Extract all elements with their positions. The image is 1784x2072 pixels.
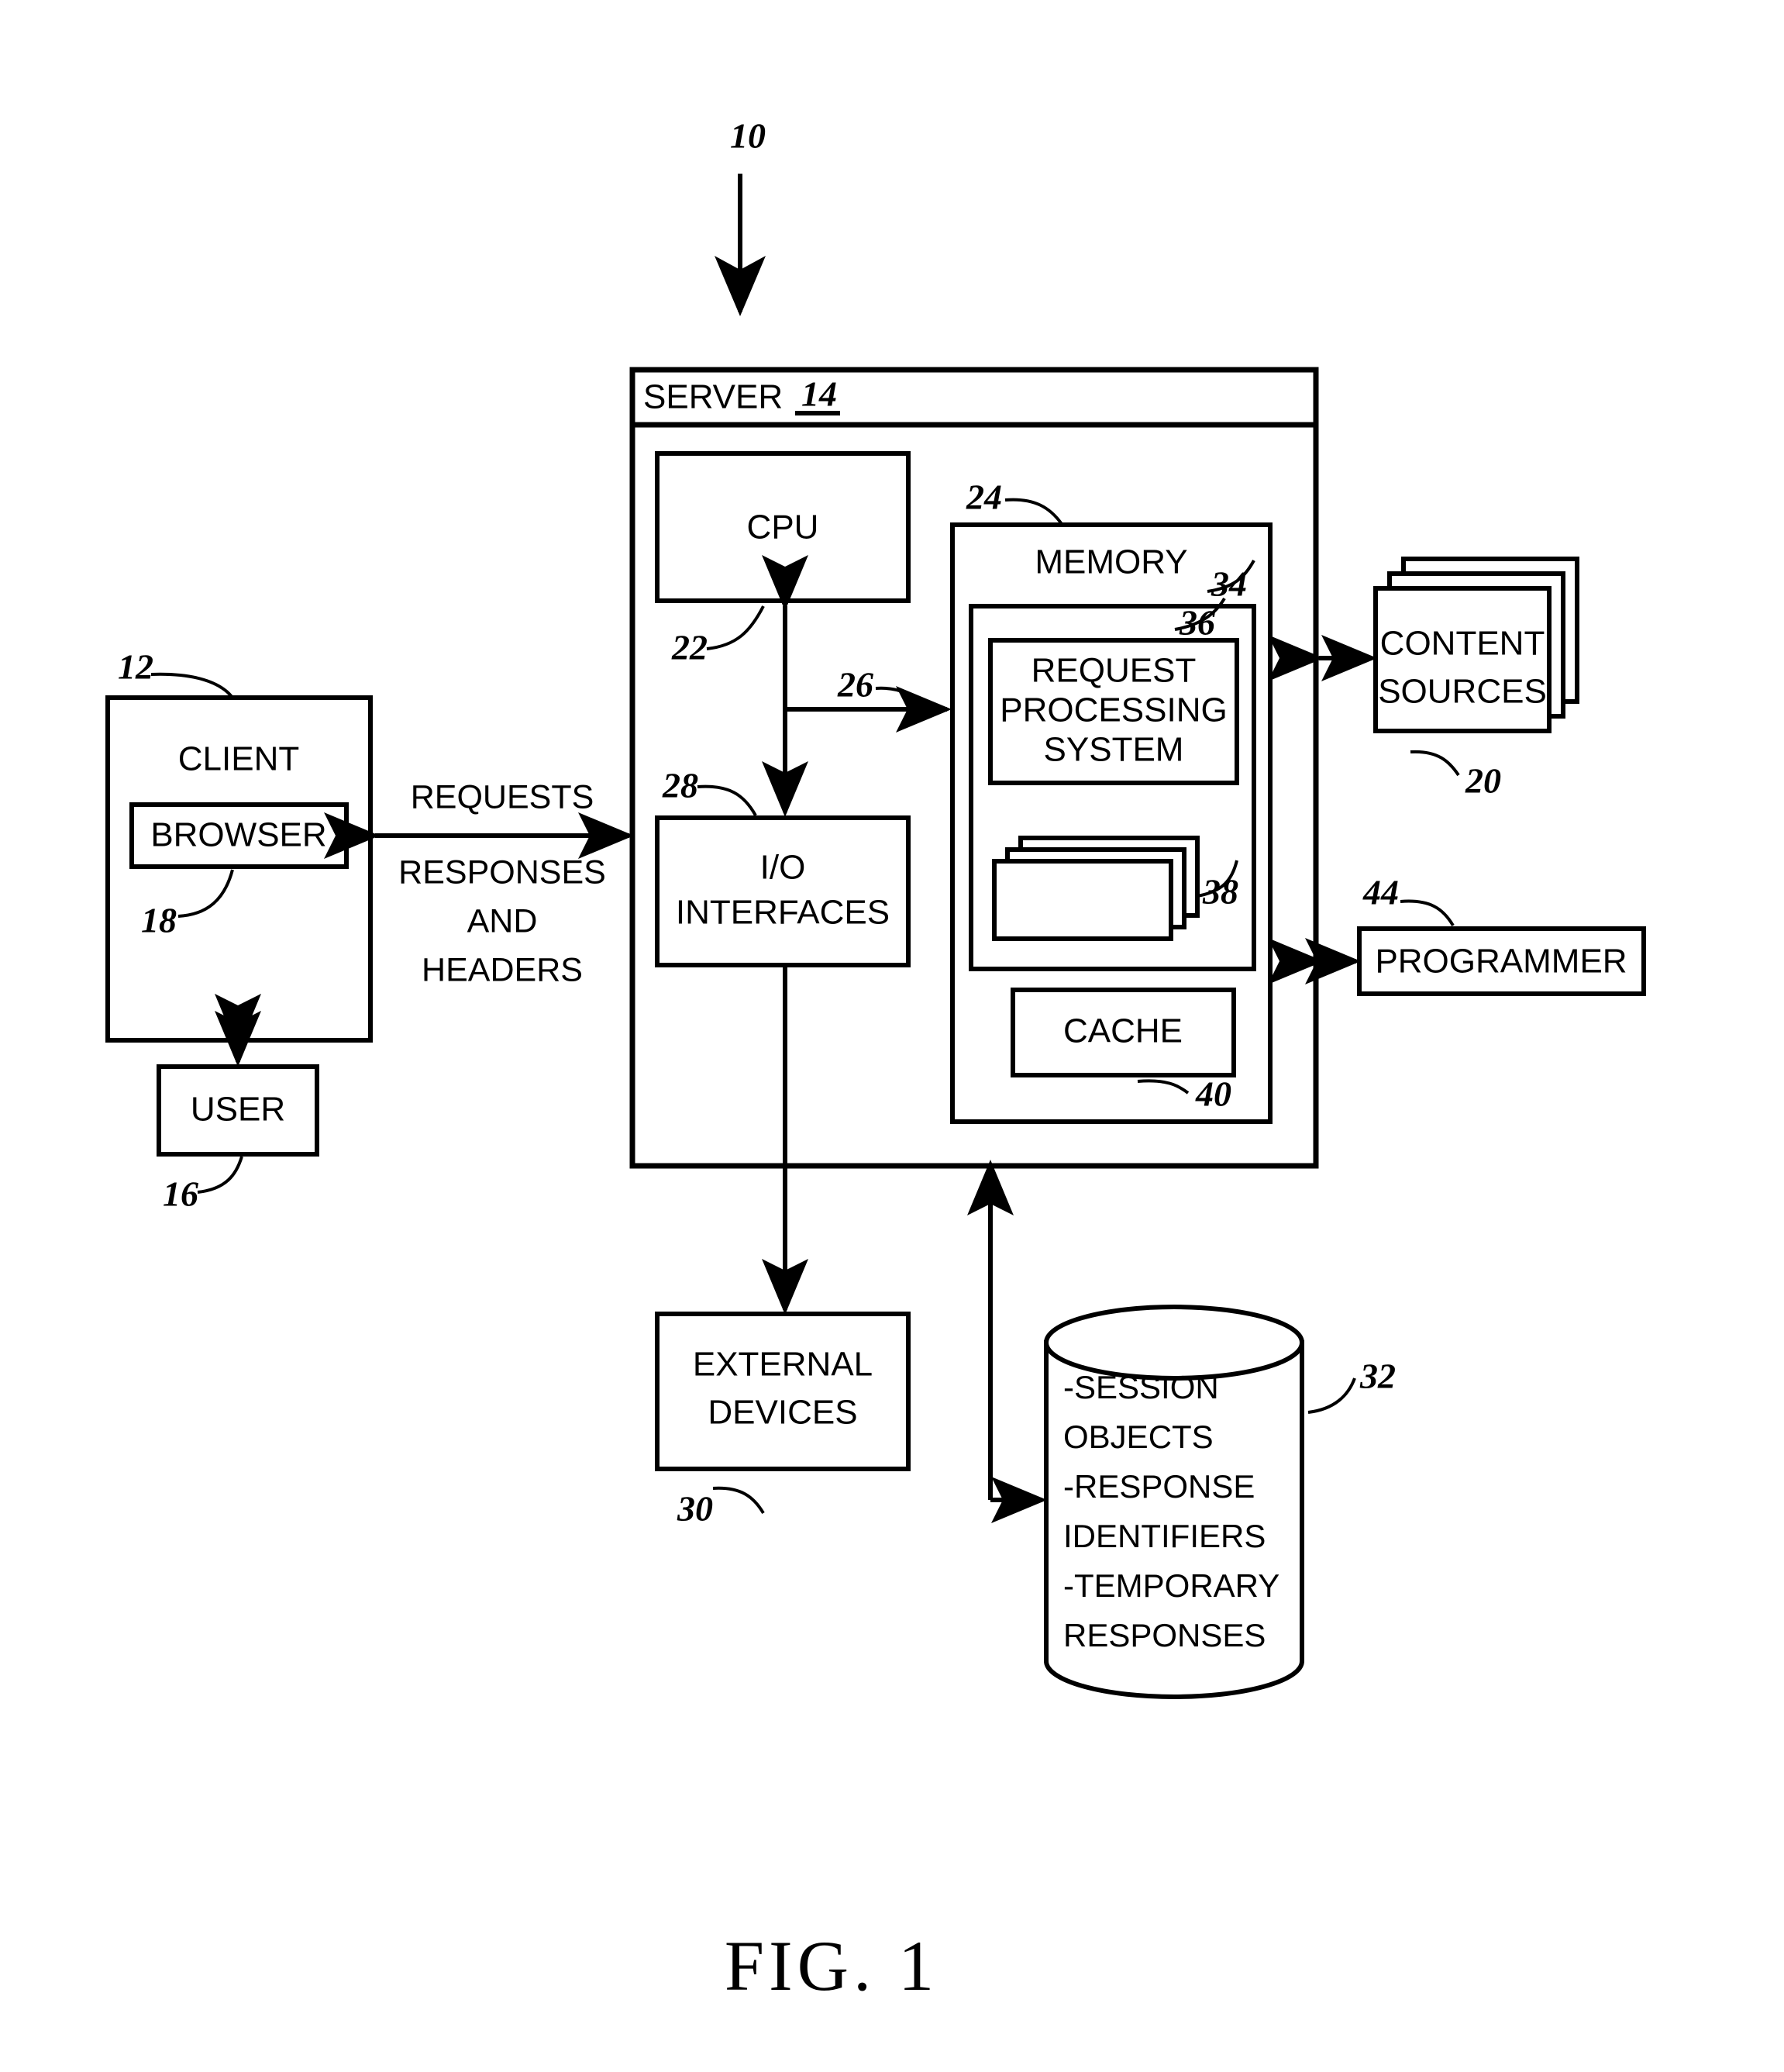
session-object-stack-front (992, 859, 1173, 941)
datastore-item-3: IDENTIFIERS (1063, 1518, 1266, 1554)
rps-line3: SYSTEM (1044, 731, 1184, 769)
ref-32: 32 (1359, 1357, 1396, 1396)
ref-38: 38 (1202, 872, 1238, 912)
requests-label: REQUESTS (411, 778, 594, 815)
external-devices-line1: EXTERNAL (693, 1346, 873, 1384)
cpu-label: CPU (747, 509, 819, 546)
leader-12 (150, 672, 234, 699)
leader-30 (712, 1486, 765, 1515)
client-label: CLIENT (178, 740, 299, 778)
io-label-line2: INTERFACES (676, 894, 890, 932)
ref-34: 34 (1211, 564, 1247, 604)
ref-44: 44 (1362, 873, 1399, 912)
ref-20: 20 (1465, 761, 1501, 801)
user-label: USER (191, 1091, 285, 1129)
leader-20 (1410, 750, 1460, 777)
datastore-item-0: -SESSION (1063, 1369, 1219, 1405)
figure-caption: FIG. 1 (725, 1926, 938, 2005)
ref-26: 26 (837, 665, 873, 705)
rps-line2: PROCESSING (1000, 691, 1227, 729)
ref-40: 40 (1195, 1074, 1231, 1114)
io-interfaces-box (655, 815, 911, 967)
datastore-cylinder-top (1044, 1305, 1304, 1381)
rps-line1: REQUEST (1031, 652, 1197, 690)
ref-12: 12 (118, 647, 153, 687)
server-title: SERVER (643, 378, 783, 416)
memory-label: MEMORY (1035, 543, 1187, 581)
ref-24: 24 (966, 477, 1002, 517)
leader-44 (1400, 899, 1455, 927)
browser-label: BROWSER (150, 816, 326, 854)
responses-label-line3: HEADERS (422, 951, 583, 988)
ref-36: 36 (1179, 603, 1215, 643)
external-devices-box (655, 1312, 911, 1471)
ref-18: 18 (141, 901, 177, 940)
programmer-label: PROGRAMMER (1375, 943, 1627, 981)
datastore-item-5: RESPONSES (1063, 1617, 1266, 1653)
datastore-item-1: OBJECTS (1063, 1419, 1214, 1455)
patent-figure-page: SERVER 14 CPU I/O INTERFACES MEMORY REQU… (0, 0, 1784, 2072)
responses-label-line1: RESPONSES (398, 853, 606, 891)
content-sources-line2: SOURCES (1378, 673, 1547, 711)
io-label-line1: I/O (760, 849, 806, 887)
responses-label-line2: AND (467, 902, 538, 939)
datastore-item-2: -RESPONSE (1063, 1468, 1255, 1505)
external-devices-line2: DEVICES (708, 1394, 857, 1432)
datastore-item-4: -TEMPORARY (1063, 1567, 1279, 1604)
server-ref: 14 (801, 374, 837, 414)
leader-32 (1307, 1377, 1356, 1414)
cache-label: CACHE (1063, 1012, 1183, 1050)
leader-16 (197, 1156, 243, 1194)
diagram-canvas: SERVER 14 CPU I/O INTERFACES MEMORY REQU… (105, 116, 1646, 2005)
ref-16: 16 (163, 1174, 198, 1214)
content-sources-line1: CONTENT (1380, 625, 1545, 663)
ref-22: 22 (671, 628, 708, 667)
ref-30: 30 (677, 1489, 713, 1529)
ref-10: 10 (730, 116, 766, 156)
ref-28: 28 (662, 766, 698, 805)
